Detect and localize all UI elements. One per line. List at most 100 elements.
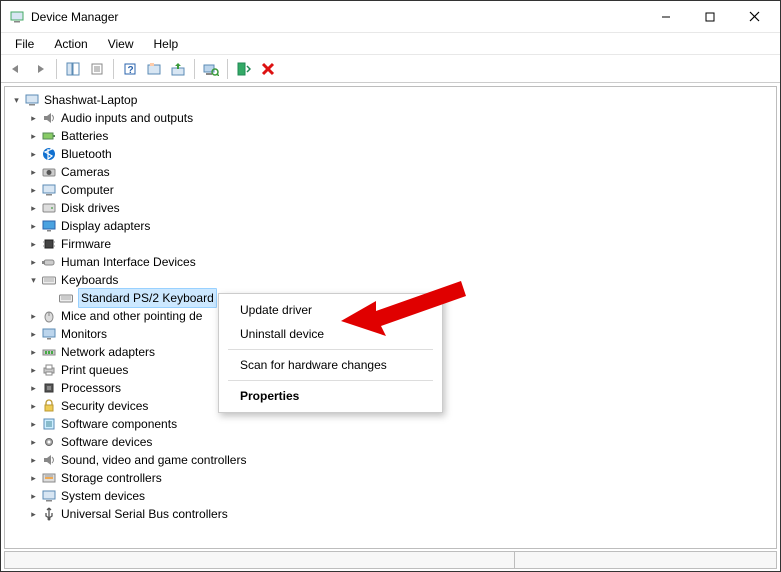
expand-icon[interactable]: ▸ <box>26 469 41 487</box>
collapse-icon[interactable]: ▾ <box>9 91 24 109</box>
category-label: Network adapters <box>61 343 155 361</box>
expand-icon[interactable]: ▸ <box>26 253 41 271</box>
network-icon <box>41 344 57 360</box>
svg-text:?: ? <box>128 65 134 76</box>
gear-icon <box>41 434 57 450</box>
expand-icon[interactable]: ▸ <box>26 379 41 397</box>
context-menu-item[interactable]: Update driver <box>222 298 439 322</box>
camera-icon <box>41 164 57 180</box>
expand-icon[interactable]: ▸ <box>26 235 41 253</box>
category-label: Mice and other pointing de <box>61 307 202 325</box>
tree-category[interactable]: ▸ Computer <box>7 181 774 199</box>
expand-icon[interactable]: ▸ <box>26 307 41 325</box>
tree-category[interactable]: ▸Storage controllers <box>7 469 774 487</box>
tree-category[interactable]: ▸ Bluetooth <box>7 145 774 163</box>
computer-icon <box>24 92 40 108</box>
context-menu-separator <box>228 380 433 381</box>
help-button[interactable]: ? <box>119 58 141 80</box>
menu-help[interactable]: Help <box>144 35 189 53</box>
expand-icon[interactable]: ▸ <box>26 397 41 415</box>
category-label: Bluetooth <box>61 145 112 163</box>
expand-icon[interactable]: ▸ <box>26 145 41 163</box>
expand-icon[interactable]: ▾ <box>26 271 41 289</box>
category-label: Universal Serial Bus controllers <box>61 505 228 523</box>
keyboard-icon <box>41 272 57 288</box>
close-button[interactable] <box>732 2 776 32</box>
expand-icon[interactable]: ▸ <box>26 433 41 451</box>
tree-category[interactable]: ▸Software components <box>7 415 774 433</box>
context-menu-item[interactable]: Properties <box>222 384 439 408</box>
action-button[interactable] <box>143 58 165 80</box>
tree-category[interactable]: ▸ Audio inputs and outputs <box>7 109 774 127</box>
expand-icon[interactable]: ▸ <box>26 199 41 217</box>
tree-category[interactable]: ▸ Batteries <box>7 127 774 145</box>
expand-icon[interactable]: ▸ <box>26 361 41 379</box>
status-bar-separator <box>514 552 515 568</box>
forward-button[interactable] <box>29 58 51 80</box>
context-menu-separator <box>228 349 433 350</box>
back-button[interactable] <box>5 58 27 80</box>
expand-icon[interactable]: ▸ <box>26 163 41 181</box>
expand-icon[interactable]: ▸ <box>26 415 41 433</box>
expand-icon[interactable]: ▸ <box>26 181 41 199</box>
category-label: Keyboards <box>61 271 118 289</box>
expand-icon[interactable]: ▸ <box>26 109 41 127</box>
menu-view[interactable]: View <box>98 35 144 53</box>
tree-category[interactable]: ▸ Display adapters <box>7 217 774 235</box>
maximize-button[interactable] <box>688 2 732 32</box>
tree-category[interactable]: ▸Human Interface Devices <box>7 253 774 271</box>
toolbar-separator <box>56 59 57 79</box>
component-icon <box>41 416 57 432</box>
category-label: System devices <box>61 487 145 505</box>
category-label: Disk drives <box>61 199 120 217</box>
properties-button[interactable] <box>86 58 108 80</box>
expand-icon[interactable]: ▸ <box>26 451 41 469</box>
monitor-icon <box>41 326 57 342</box>
battery-icon <box>41 128 57 144</box>
expand-icon[interactable]: ▸ <box>26 127 41 145</box>
category-label: Processors <box>61 379 121 397</box>
context-menu: Update driverUninstall device Scan for ha… <box>218 293 443 413</box>
show-hide-tree-button[interactable] <box>62 58 84 80</box>
tree-category[interactable]: ▸Cameras <box>7 163 774 181</box>
expand-icon[interactable]: ▸ <box>26 325 41 343</box>
toolbar-separator <box>194 59 195 79</box>
category-label: Computer <box>61 181 114 199</box>
tree-category[interactable]: ▾ Keyboards <box>7 271 774 289</box>
uninstall-button[interactable] <box>257 58 279 80</box>
category-label: Firmware <box>61 235 111 253</box>
menu-action[interactable]: Action <box>44 35 97 53</box>
tree-root-node[interactable]: ▾Shashwat-Laptop <box>7 91 774 109</box>
tree-category[interactable]: ▸ Disk drives <box>7 199 774 217</box>
update-driver-button[interactable] <box>167 58 189 80</box>
category-label: Batteries <box>61 127 108 145</box>
window-title: Device Manager <box>31 10 644 24</box>
expand-icon[interactable]: ▸ <box>26 487 41 505</box>
expand-icon[interactable]: ▸ <box>26 217 41 235</box>
category-label: Audio inputs and outputs <box>61 109 193 127</box>
tree-category[interactable]: ▸ Universal Serial Bus controllers <box>7 505 774 523</box>
app-icon <box>9 9 25 25</box>
system-icon <box>41 488 57 504</box>
cpu-icon <box>41 380 57 396</box>
display-icon <box>41 218 57 234</box>
tree-category[interactable]: ▸Software devices <box>7 433 774 451</box>
chip-icon <box>41 236 57 252</box>
context-menu-item[interactable]: Uninstall device <box>222 322 439 346</box>
expand-icon[interactable]: ▸ <box>26 343 41 361</box>
scan-hardware-button[interactable] <box>200 58 222 80</box>
menu-file[interactable]: File <box>5 35 44 53</box>
minimize-button[interactable] <box>644 2 688 32</box>
storage-icon <box>41 470 57 486</box>
context-menu-item[interactable]: Scan for hardware changes <box>222 353 439 377</box>
category-label: Display adapters <box>61 217 150 235</box>
tree-category[interactable]: ▸Sound, video and game controllers <box>7 451 774 469</box>
add-legacy-button[interactable] <box>233 58 255 80</box>
tree-category[interactable]: ▸ System devices <box>7 487 774 505</box>
expand-icon[interactable]: ▸ <box>26 505 41 523</box>
tree-category[interactable]: ▸ Firmware <box>7 235 774 253</box>
toolbar-separator <box>227 59 228 79</box>
usb-icon <box>41 506 57 522</box>
category-label: Print queues <box>61 361 128 379</box>
keyboard-icon <box>58 290 74 306</box>
